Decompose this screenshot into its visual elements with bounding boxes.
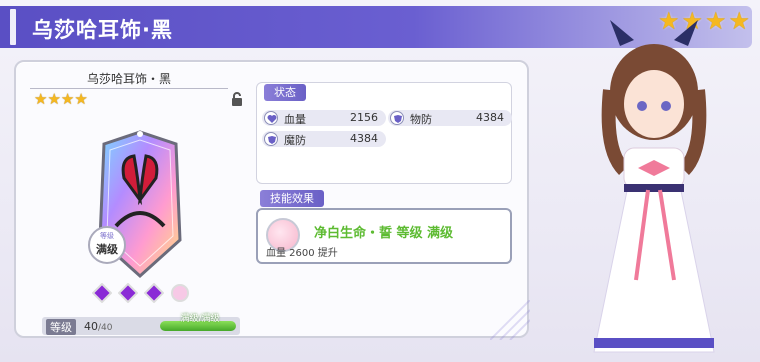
stat-phys-def: 物防 4384 [388, 110, 512, 126]
level-label: 等级 [46, 319, 76, 335]
star-icon: ★ [74, 90, 88, 108]
gem-icon [92, 283, 112, 303]
level-row: 等级 40/40 满级/满级 [42, 314, 240, 335]
upgrade-gems [92, 283, 190, 303]
gem-icon [144, 283, 164, 303]
shield-icon [390, 111, 404, 125]
shield-icon [264, 132, 278, 146]
stat-mag-def: 魔防 4384 [262, 131, 386, 147]
decorative-pattern [490, 300, 530, 340]
skill-name: 净白生命・誓 等级 满级 [314, 226, 454, 241]
title-accent [10, 9, 16, 45]
star-icon: ★ [60, 90, 75, 108]
level-value: 40/40 [84, 320, 113, 333]
skill-description: 血量 2600 提升 [266, 248, 338, 259]
star-icon: ★ [34, 90, 48, 108]
item-name: 乌莎哈耳饰・黑 [86, 72, 171, 86]
star-icon: ★ [47, 90, 61, 108]
gem-icon [118, 283, 138, 303]
level-bar-label: 满级/满级 [180, 314, 220, 324]
page-title: 乌莎哈耳饰·黑 [32, 18, 173, 42]
item-panel: 乌莎哈耳饰・黑 ★ ★ ★ ★ 等级 满级 等级 40/40 满级/满级 [24, 66, 242, 336]
lock-icon[interactable] [229, 91, 245, 107]
skill-tag: 技能效果 [260, 190, 324, 207]
item-stars: ★ ★ ★ ★ [34, 92, 88, 107]
character-illustration [593, 20, 715, 353]
gem-icon [171, 284, 189, 302]
divider [30, 88, 228, 89]
level-badge: 等级 满级 [88, 226, 126, 264]
stats-tag: 状态 [264, 84, 306, 101]
heart-icon [264, 111, 278, 125]
stat-hp: 血量 2156 [262, 110, 386, 126]
